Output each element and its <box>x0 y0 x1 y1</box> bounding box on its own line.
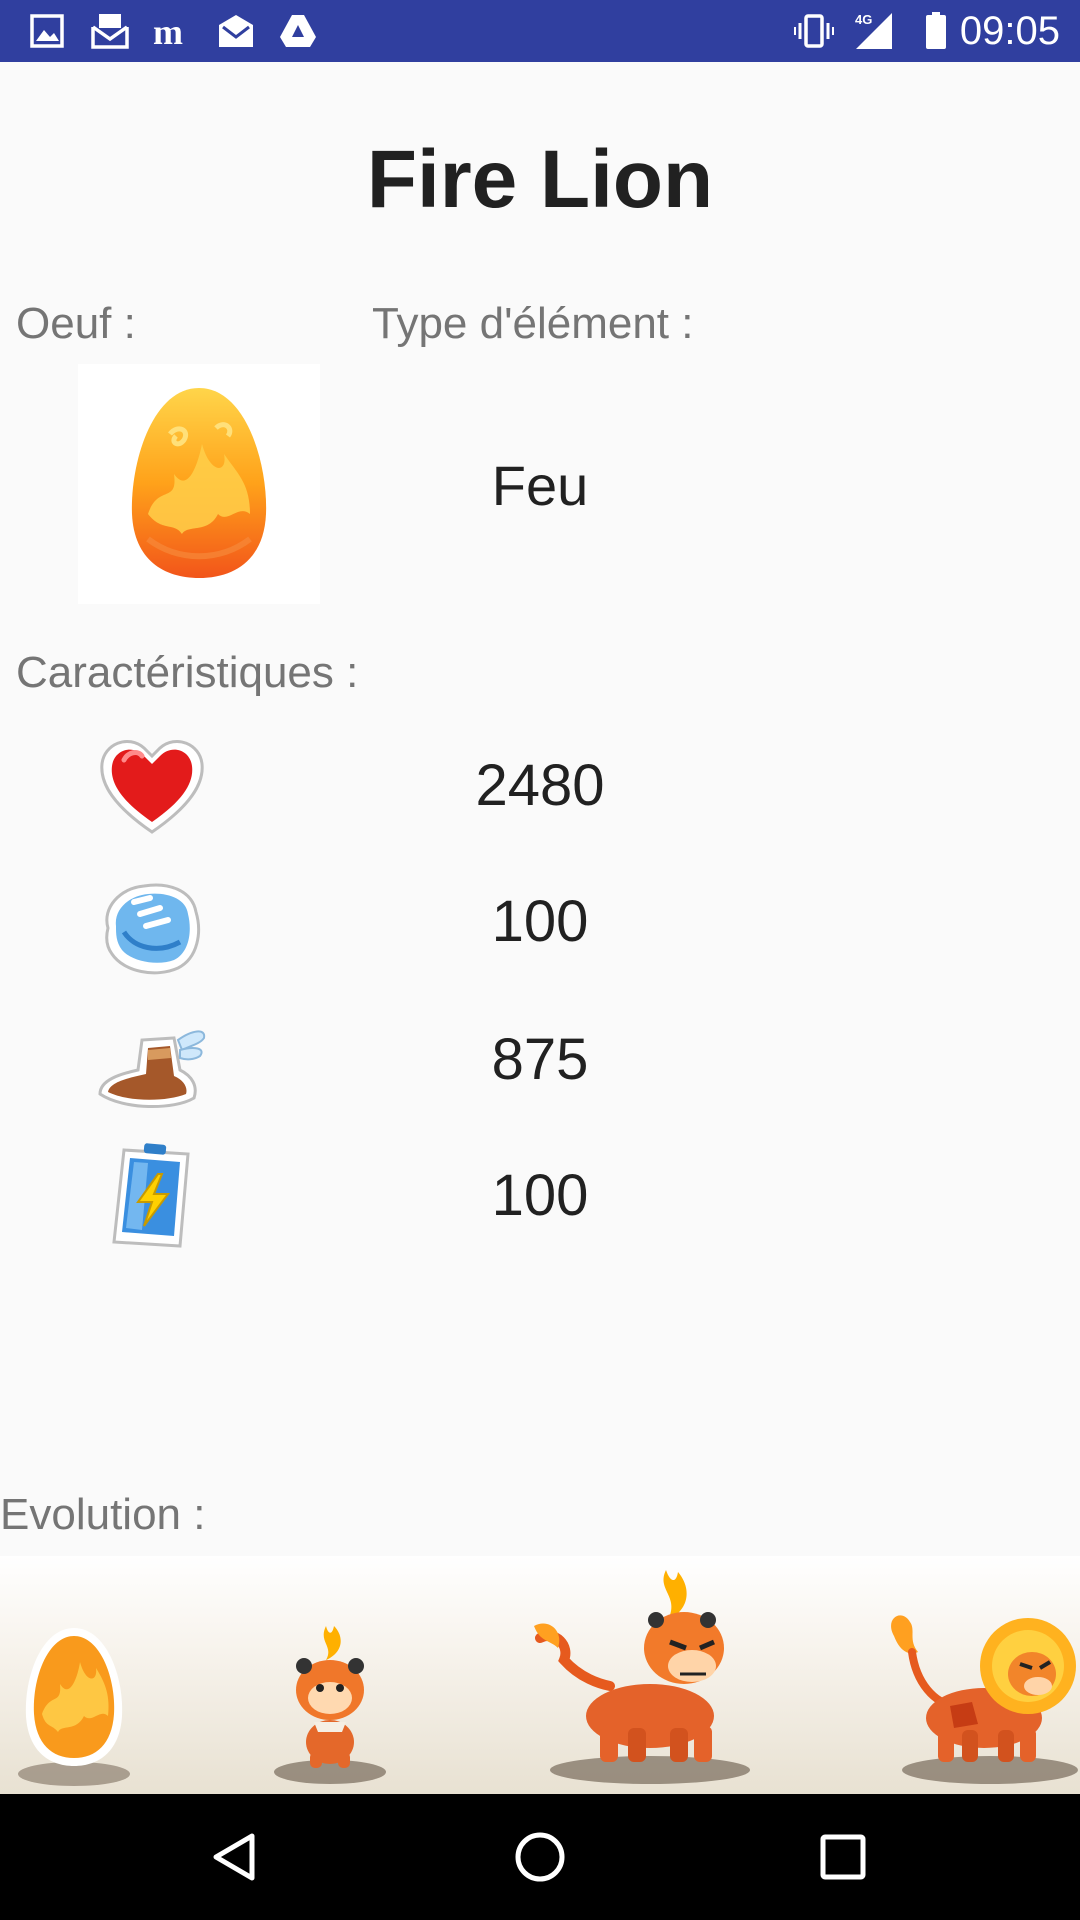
page-title: Fire Lion <box>366 134 714 225</box>
le-monde-icon: m <box>153 12 183 51</box>
evolution-strip <box>0 1556 1080 1794</box>
fist-icon <box>105 883 200 975</box>
gallery-icon <box>30 14 64 48</box>
adult-fire-lion-icon <box>891 1615 1078 1784</box>
home-icon[interactable] <box>497 1814 583 1900</box>
health-value: 2480 <box>475 753 605 818</box>
back-icon[interactable] <box>192 1814 278 1900</box>
winged-boot-icon <box>98 1030 206 1109</box>
baby-fire-lion-icon <box>274 1626 386 1784</box>
svg-text:m: m <box>153 12 183 51</box>
element-type-label: Type d'élément : <box>372 299 694 348</box>
status-bar: m 4G 09:05 <box>0 0 1080 62</box>
drive-icon <box>280 15 316 47</box>
mail-icon <box>219 15 253 47</box>
young-fire-lion-icon <box>534 1570 750 1784</box>
battery-energy-icon <box>112 1143 190 1248</box>
energy-value: 100 <box>491 1163 589 1228</box>
clock: 09:05 <box>959 9 1060 53</box>
attack-value: 100 <box>491 889 589 954</box>
vibrate-icon <box>794 14 834 48</box>
signal-icon: 4G <box>855 12 892 49</box>
evolution-label: Evolution : <box>0 1490 206 1539</box>
mail-stack-icon <box>91 14 129 49</box>
egg-image-frame <box>78 364 320 604</box>
heart-icon <box>100 739 204 834</box>
recents-icon[interactable] <box>800 1814 886 1900</box>
characteristics-label: Caractéristiques : <box>16 648 359 697</box>
network-type-label: 4G <box>855 12 872 27</box>
egg-label: Oeuf : <box>16 299 136 348</box>
fire-egg-icon <box>131 388 267 578</box>
element-type-value: Feu <box>491 454 589 517</box>
fire-egg-icon <box>18 1628 130 1786</box>
navigation-bar <box>0 1794 1080 1920</box>
speed-value: 875 <box>491 1027 589 1092</box>
battery-icon <box>926 12 946 49</box>
